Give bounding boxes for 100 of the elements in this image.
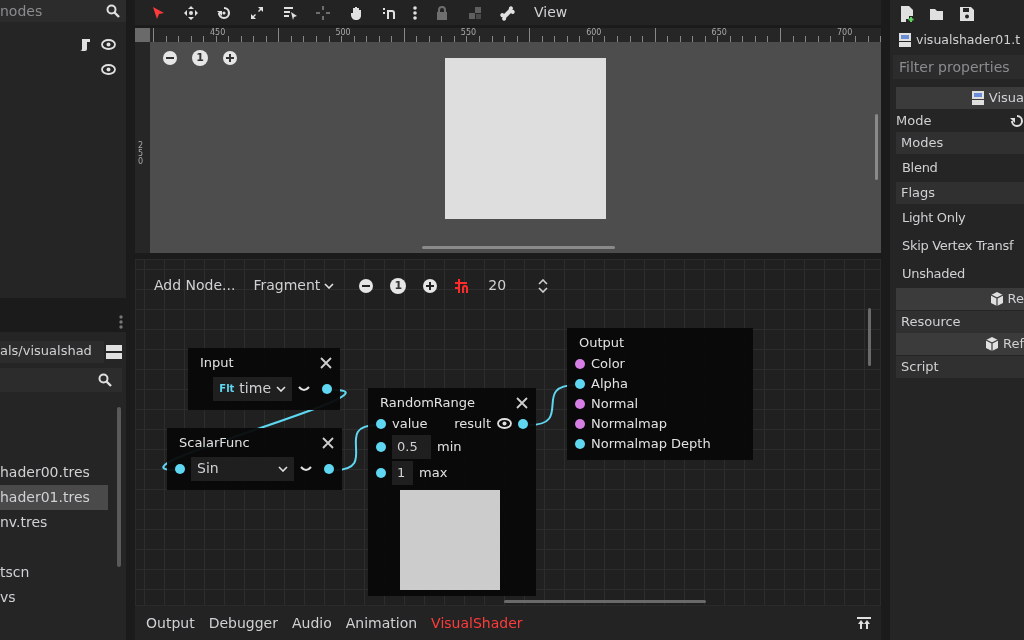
bottom-tab[interactable]: VisualShader: [424, 612, 530, 634]
section-label[interactable]: Flags: [896, 182, 1024, 204]
port-label: Color: [591, 355, 625, 372]
graph-node[interactable]: Output Color Alpha Normal Normalmap Normalmap Depth: [567, 327, 753, 460]
revert-icon[interactable]: [1010, 114, 1024, 128]
bottom-tab[interactable]: Animation: [338, 612, 425, 634]
bottom-tab[interactable]: Output: [139, 612, 202, 634]
port-label: result: [454, 415, 491, 432]
visibility-icon[interactable]: [101, 39, 116, 50]
visibility-icon[interactable]: [101, 64, 116, 75]
filter-field[interactable]: nodes: [0, 0, 126, 22]
port-dot[interactable]: [518, 418, 528, 429]
inspector-header[interactable]: Ref: [896, 333, 1024, 355]
value-field[interactable]: 1: [392, 460, 413, 485]
bone-icon[interactable]: [499, 4, 516, 21]
section-label[interactable]: Modes: [896, 132, 1024, 154]
port-dot[interactable]: [575, 378, 585, 389]
add-node-button[interactable]: Add Node...: [148, 275, 242, 296]
file-item[interactable]: tscn: [0, 560, 108, 585]
scrollbar[interactable]: [117, 407, 121, 567]
folder-icon[interactable]: [929, 6, 945, 21]
filter-field[interactable]: Filter properties: [893, 55, 1024, 79]
spinner-arrows-icon[interactable]: [538, 278, 549, 293]
rotate-icon[interactable]: [215, 4, 232, 21]
move-icon[interactable]: [182, 4, 199, 21]
port-dot[interactable]: [575, 418, 585, 429]
port-dot[interactable]: [324, 463, 334, 474]
new-file-icon[interactable]: [900, 5, 914, 22]
zoom-in-icon[interactable]: [222, 50, 238, 66]
expand-panel-icon[interactable]: [857, 617, 871, 629]
zoom-reset-button[interactable]: 1: [390, 277, 407, 294]
graph-node[interactable]: RandomRange value result 0.5 min 1 max: [368, 387, 536, 596]
view-menu[interactable]: View: [530, 2, 572, 23]
close-icon[interactable]: [516, 396, 528, 409]
property-label: Light Only: [901, 209, 967, 228]
port-dot[interactable]: [575, 438, 585, 449]
bottom-tab[interactable]: Debugger: [201, 612, 285, 634]
port-dot[interactable]: [175, 463, 185, 474]
search-icon[interactable]: [98, 373, 112, 387]
chevron-down-icon: [278, 465, 288, 472]
ruler-label: 450: [210, 28, 226, 38]
zoom-out-icon[interactable]: [358, 277, 375, 294]
scrollbar[interactable]: [868, 307, 871, 366]
ruler-corner: [135, 28, 150, 42]
chevron-down-icon: [276, 385, 286, 392]
dropdown[interactable]: Flt time: [213, 376, 292, 401]
menu-dots-icon[interactable]: [119, 315, 123, 329]
file-item[interactable]: nv.tres: [0, 510, 108, 535]
inspector-header[interactable]: Re: [896, 288, 1024, 310]
zoom-reset-button[interactable]: 1: [192, 50, 208, 66]
port-dot[interactable]: [376, 441, 386, 452]
scale-icon[interactable]: [248, 4, 265, 21]
scrollbar[interactable]: [875, 114, 878, 180]
port-dot[interactable]: [376, 418, 386, 429]
zoom-out-icon[interactable]: [162, 50, 178, 66]
cube-icon: [989, 292, 1004, 306]
port-dot[interactable]: [575, 358, 585, 369]
viewport-canvas[interactable]: 1: [150, 42, 881, 253]
port-label: Normalmap: [591, 415, 667, 432]
save-icon[interactable]: [960, 6, 974, 21]
scrollbar[interactable]: [504, 600, 706, 604]
close-icon[interactable]: [322, 436, 334, 449]
graph-node[interactable]: Input Flt time: [188, 347, 340, 410]
split-view-icon[interactable]: [106, 345, 122, 359]
search-icon[interactable]: [106, 4, 120, 18]
property-label: Blend: [901, 159, 939, 178]
resource-name: visualshader01.t: [916, 32, 1021, 47]
ruler-label: 550: [460, 28, 477, 38]
ruler-label: 650: [711, 28, 727, 38]
file-item[interactable]: hader00.tres: [0, 460, 108, 485]
bottom-tab[interactable]: Audio: [284, 612, 339, 634]
port-dot[interactable]: [575, 398, 585, 409]
graph-canvas[interactable]: Add Node... Fragment 1 20 Input Flt time ScalarFunc Sin RandomRange value result 0.5 min 1 max Output Color Alpha Normal Normalmap Normalmap Depth: [135, 258, 881, 607]
expand-icon[interactable]: [298, 384, 310, 393]
file-item[interactable]: hader01.tres: [0, 485, 108, 510]
snap-grid-icon[interactable]: [454, 277, 471, 294]
ruler-label: 250: [138, 142, 145, 166]
port-label: Alpha: [591, 375, 628, 392]
port-dot[interactable]: [376, 467, 386, 478]
graph-node[interactable]: ScalarFunc Sin: [167, 427, 342, 490]
inspector-header[interactable]: Visua: [896, 87, 1024, 109]
snap-step-field[interactable]: 20: [482, 273, 555, 298]
zoom-in-icon[interactable]: [422, 277, 439, 294]
expand-icon[interactable]: [300, 464, 312, 473]
section-label[interactable]: Script: [896, 356, 1024, 378]
port-dot[interactable]: [322, 383, 332, 394]
cube-icon: [984, 337, 999, 351]
preview-eye-icon[interactable]: [497, 418, 512, 430]
list-select-icon[interactable]: [281, 4, 298, 21]
scrollbar[interactable]: [422, 245, 615, 249]
path-field[interactable]: als/visualshad: [0, 341, 104, 363]
node-title: RandomRange: [380, 394, 476, 411]
section-label[interactable]: Resource: [896, 311, 1024, 333]
shader-file-icon: [970, 91, 985, 105]
dropdown[interactable]: Sin: [191, 456, 294, 481]
close-icon[interactable]: [320, 356, 332, 369]
mode-dropdown[interactable]: Fragment: [247, 275, 341, 296]
value-field[interactable]: 0.5: [392, 434, 431, 459]
script-icon[interactable]: [79, 37, 91, 52]
file-item[interactable]: vs: [0, 585, 108, 610]
